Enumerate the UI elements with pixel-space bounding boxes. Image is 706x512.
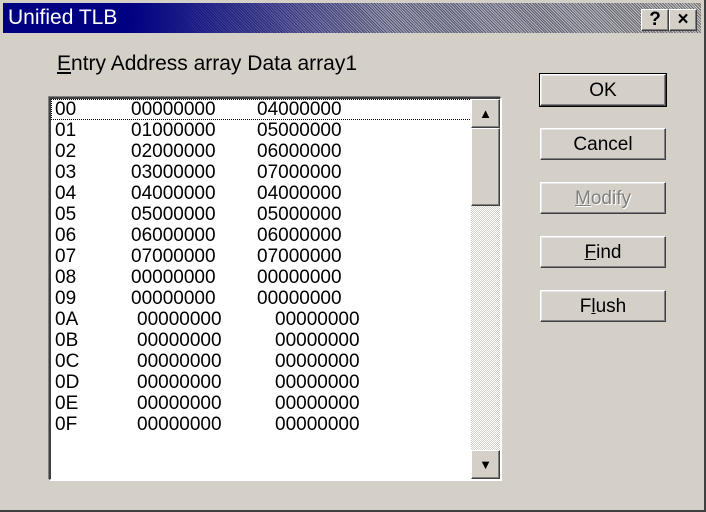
list-item-data: 00000000: [275, 309, 360, 330]
list-item-address: 06000000: [131, 225, 216, 246]
list-header: Entry Address array Data array1: [57, 52, 357, 76]
list-item-address: 05000000: [131, 204, 216, 225]
list-item-address: 04000000: [131, 183, 216, 204]
entry-label-accel: E: [57, 52, 72, 75]
list-item-address: 00000000: [137, 414, 222, 435]
flush-button-first: F: [579, 296, 592, 317]
unified-tlb-dialog: Unified TLB ? × Entry Address array Data…: [0, 0, 706, 512]
list-item-data: 00000000: [275, 351, 360, 372]
list-item[interactable]: 0C 00000000 00000000: [51, 351, 472, 372]
close-button[interactable]: ×: [669, 9, 697, 31]
vertical-scrollbar[interactable]: ▲ ▼: [471, 99, 500, 479]
find-button-rest: ind: [596, 242, 622, 263]
list-item[interactable]: 0E 00000000 00000000: [51, 393, 472, 414]
list-item-entry: 01: [55, 120, 77, 141]
entry-label-rest: ntry: [71, 52, 107, 75]
list-item-data: 05000000: [257, 204, 342, 225]
cancel-button[interactable]: Cancel: [540, 128, 666, 160]
list-item-data: 06000000: [257, 141, 342, 162]
list-item-entry: 0E: [55, 393, 79, 414]
list-item-data: 00000000: [275, 372, 360, 393]
scroll-down-arrow-icon: ▼: [479, 457, 492, 472]
scroll-up-arrow-icon: ▲: [479, 106, 492, 121]
list-item-data: 00000000: [275, 330, 360, 351]
list-item-data: 05000000: [257, 120, 342, 141]
list-item-address: 00000000: [131, 99, 216, 120]
list-item-entry: 05: [55, 204, 77, 225]
address-label: Address array: [110, 52, 242, 75]
list-item-entry: 0D: [55, 372, 80, 393]
tlb-rows: 00 00000000 04000000 01 01000000 05000000 02 02…: [51, 99, 472, 435]
list-item-entry: 0C: [55, 351, 80, 372]
title-bar[interactable]: Unified TLB ? ×: [3, 3, 701, 33]
list-item-entry: 08: [55, 267, 77, 288]
list-item-address: 00000000: [131, 267, 216, 288]
list-item[interactable]: 01 01000000 05000000: [51, 120, 472, 141]
list-item-address: 00000000: [137, 351, 222, 372]
window-title: Unified TLB: [8, 6, 118, 29]
list-item[interactable]: 07 07000000 07000000: [51, 246, 472, 267]
list-item-data: 00000000: [257, 267, 342, 288]
scroll-down-button[interactable]: ▼: [471, 450, 500, 479]
list-item-entry: 07: [55, 246, 77, 267]
list-item[interactable]: 0F 00000000 00000000: [51, 414, 472, 435]
list-item-entry: 0A: [55, 309, 79, 330]
list-item[interactable]: 0D 00000000 00000000: [51, 372, 472, 393]
list-item-entry: 00: [55, 99, 77, 120]
list-item-entry: 0F: [55, 414, 78, 435]
modify-button-rest: odify: [590, 188, 631, 209]
list-item-address: 00000000: [137, 393, 222, 414]
list-item-entry: 03: [55, 162, 77, 183]
flush-button[interactable]: Flush: [540, 290, 666, 322]
list-item-data: 07000000: [257, 162, 342, 183]
list-item-entry: 04: [55, 183, 77, 204]
modify-button[interactable]: Modify: [540, 182, 666, 214]
list-item-address: 03000000: [131, 162, 216, 183]
list-item-entry: 09: [55, 288, 77, 309]
list-item-data: 00000000: [275, 414, 360, 435]
list-item[interactable]: 05 05000000 05000000: [51, 204, 472, 225]
list-item[interactable]: 0A 00000000 00000000: [51, 309, 472, 330]
list-item-address: 07000000: [131, 246, 216, 267]
list-item-entry: 0B: [55, 330, 79, 351]
list-item[interactable]: 03 03000000 07000000: [51, 162, 472, 183]
list-item[interactable]: 08 00000000 00000000: [51, 267, 472, 288]
ok-button[interactable]: OK: [539, 73, 667, 107]
list-item-data: 06000000: [257, 225, 342, 246]
list-item-data: 07000000: [257, 246, 342, 267]
list-item-data: 04000000: [257, 183, 342, 204]
list-item[interactable]: 09 00000000 00000000: [51, 288, 472, 309]
list-item[interactable]: 06 06000000 06000000: [51, 225, 472, 246]
tlb-listbox[interactable]: 00 00000000 04000000 01 01000000 05000000 02 02…: [49, 97, 501, 480]
data-label: Data array1: [247, 52, 357, 75]
list-item-address: 00000000: [137, 330, 222, 351]
list-item-address: 00000000: [131, 288, 216, 309]
scroll-up-button[interactable]: ▲: [471, 99, 500, 128]
list-item[interactable]: 00 00000000 04000000: [51, 99, 472, 120]
help-button[interactable]: ?: [641, 9, 669, 31]
list-item-address: 02000000: [131, 141, 216, 162]
scroll-thumb[interactable]: [471, 128, 500, 206]
list-item-data: 04000000: [257, 99, 342, 120]
list-item-data: 00000000: [257, 288, 342, 309]
list-item-address: 00000000: [137, 372, 222, 393]
list-item-address: 01000000: [131, 120, 216, 141]
list-item-address: 00000000: [137, 309, 222, 330]
flush-button-rest: ush: [595, 296, 627, 317]
list-item[interactable]: 02 02000000 06000000: [51, 141, 472, 162]
list-item-entry: 06: [55, 225, 77, 246]
list-item-data: 00000000: [275, 393, 360, 414]
list-item-entry: 02: [55, 141, 77, 162]
list-item[interactable]: 04 04000000 04000000: [51, 183, 472, 204]
find-button[interactable]: Find: [540, 236, 666, 268]
list-item[interactable]: 0B 00000000 00000000: [51, 330, 472, 351]
